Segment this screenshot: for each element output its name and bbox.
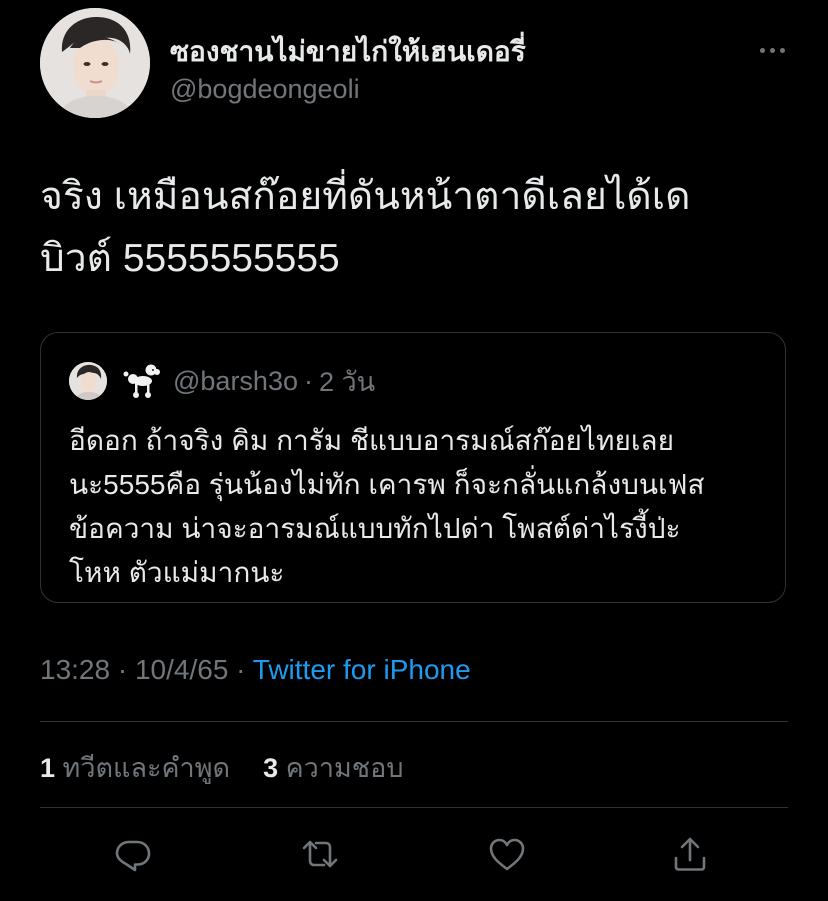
like-button[interactable] <box>487 834 527 874</box>
more-horizontal-icon-dot <box>769 47 775 53</box>
share-button[interactable] <box>670 834 710 874</box>
more-horizontal-icon-dot <box>779 47 785 53</box>
quoted-tweet-text: อีดอก ถ้าจริง คิม การัม ชีแบบอารมณ์สก๊อย… <box>69 425 705 588</box>
tweet-stats: 1 ทวีตและคำพูด 3 ความชอบ <box>40 746 404 789</box>
quoted-timestamp: 2 วัน <box>318 366 376 397</box>
likes-label: ความชอบ <box>285 753 404 783</box>
tweet-date: 10/4/65 <box>134 654 229 685</box>
tweet-header: ซองชานไม่ขายไก่ให้เฮนเดอรี่ @bogdeongeol… <box>40 8 800 118</box>
more-options-button[interactable] <box>748 36 796 64</box>
author-display-name[interactable]: ซองชานไม่ขายไก่ให้เฮนเดอรี่ <box>170 30 526 74</box>
likes-count: 3 <box>263 753 279 783</box>
quoted-author-handle[interactable]: @barsh3o <box>173 366 298 397</box>
tweet-text: จริง เหมือนสก๊อยที่ดันหน้าตาดีเลยได้เด บ… <box>40 175 691 280</box>
like-icon <box>489 838 525 871</box>
tweet-time: 13:28 <box>40 654 111 685</box>
quoted-author-avatar[interactable] <box>69 362 107 400</box>
quoted-tweet-header: @barsh3o · 2 วัน <box>69 361 375 401</box>
divider <box>40 721 788 722</box>
reply-button[interactable] <box>113 834 153 874</box>
tweet-source-link[interactable]: Twitter for iPhone <box>253 654 471 685</box>
reply-icon <box>115 840 151 872</box>
author-handle[interactable]: @bogdeongeoli <box>170 74 360 105</box>
retweets-label: ทวีตและคำพูด <box>62 753 231 783</box>
share-icon <box>674 837 706 871</box>
poodle-icon <box>123 364 160 398</box>
retweets-count: 1 <box>40 753 56 783</box>
retweet-button[interactable] <box>300 834 340 874</box>
meta-separator: · <box>117 654 128 685</box>
tweet-meta: 13:28 · 10/4/65 · Twitter for iPhone <box>40 654 471 686</box>
author-avatar[interactable] <box>40 8 150 118</box>
retweet-icon <box>302 840 338 868</box>
meta-separator: · <box>236 654 246 685</box>
likes-stat[interactable]: 3 ความชอบ <box>263 753 403 783</box>
divider <box>40 807 788 808</box>
quoted-separator: · <box>303 365 313 396</box>
retweets-stat[interactable]: 1 ทวีตและคำพูด <box>40 753 238 783</box>
quoted-tweet-card[interactable]: @barsh3o · 2 วัน อีดอก ถ้าจริง คิม การัม… <box>40 332 786 603</box>
more-horizontal-icon <box>759 47 765 53</box>
